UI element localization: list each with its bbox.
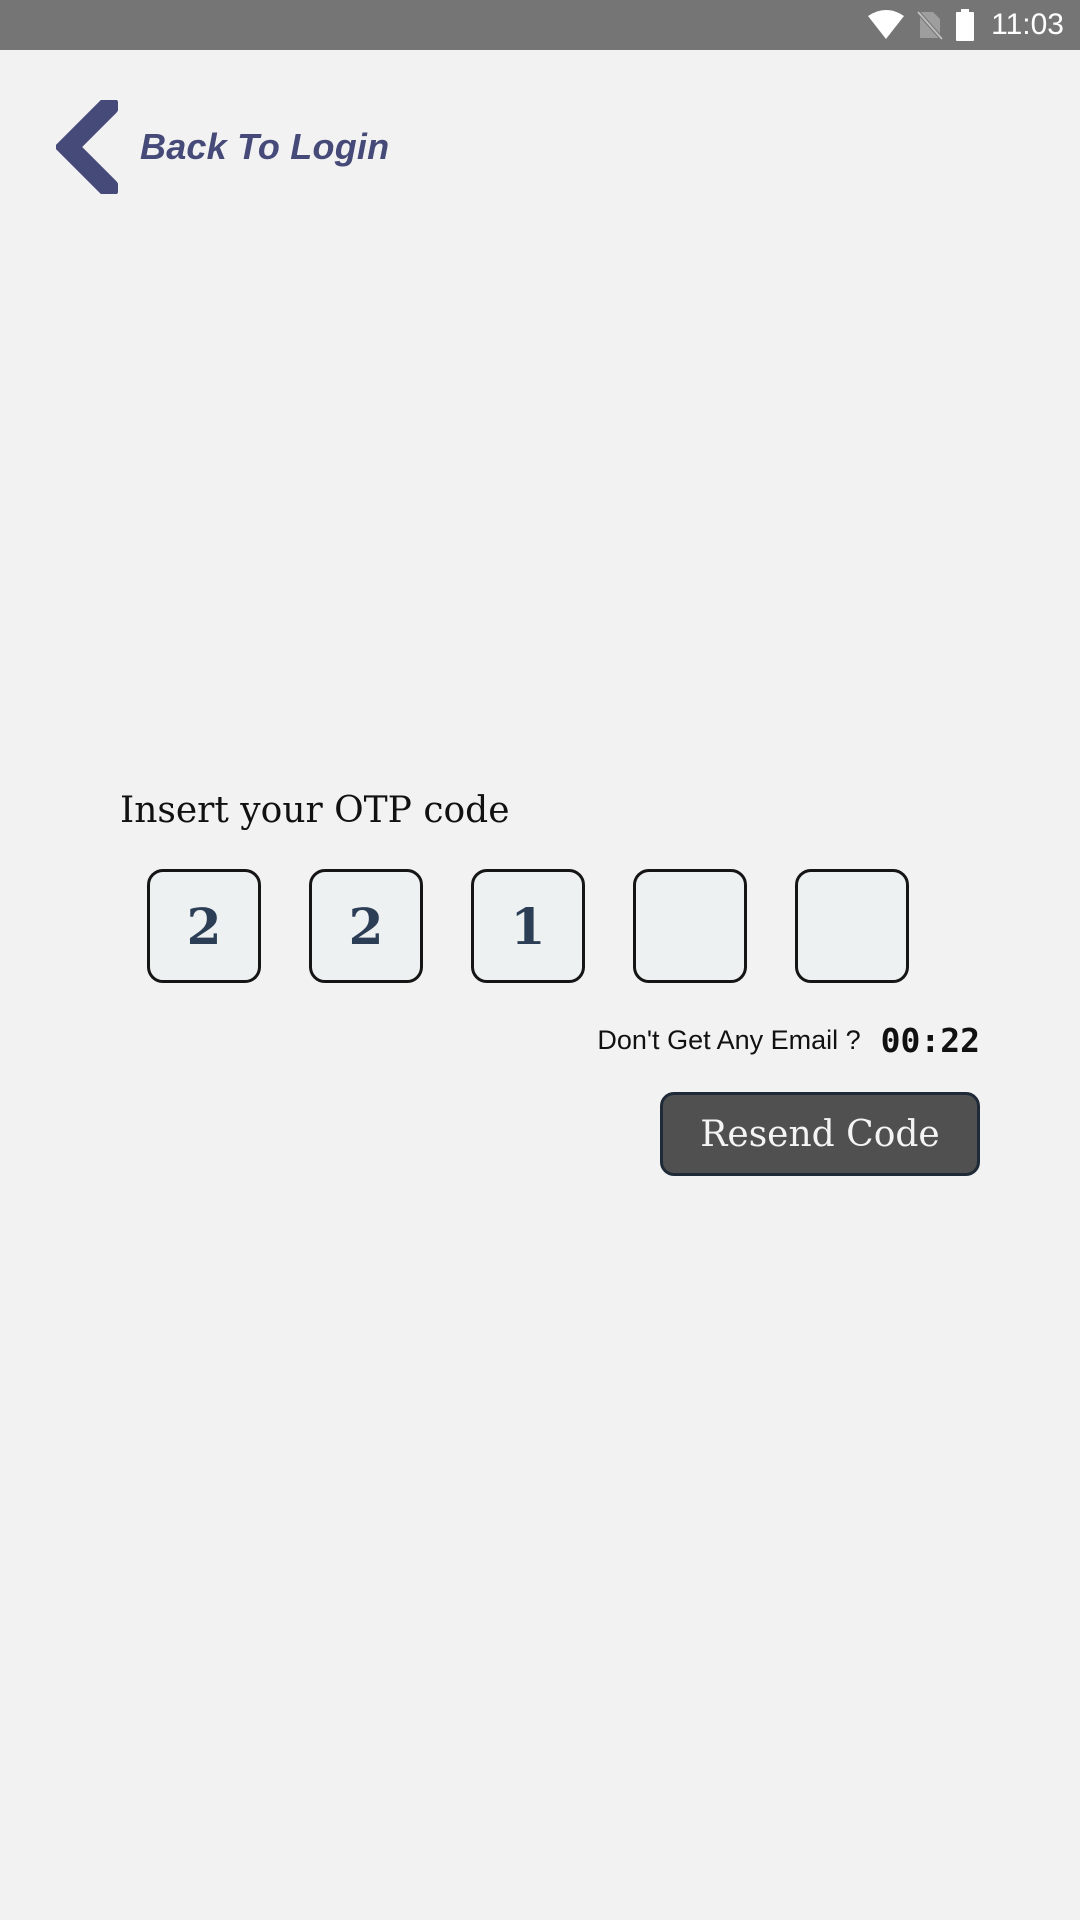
back-to-login-label[interactable]: Back To Login bbox=[140, 126, 389, 168]
otp-digit-4[interactable] bbox=[633, 869, 747, 983]
chevron-left-icon[interactable] bbox=[56, 100, 118, 194]
wifi-icon bbox=[867, 10, 905, 40]
back-to-login-button[interactable]: Back To Login bbox=[56, 100, 389, 194]
status-bar: 11:03 bbox=[0, 0, 1080, 50]
otp-digit-3[interactable]: 1 bbox=[471, 869, 585, 983]
resend-code-button[interactable]: Resend Code bbox=[660, 1092, 980, 1176]
battery-icon bbox=[955, 9, 975, 41]
status-icons: 11:03 bbox=[867, 0, 1064, 50]
otp-input-group: 2 2 1 bbox=[147, 869, 909, 983]
otp-digit-1[interactable]: 2 bbox=[147, 869, 261, 983]
resend-question: Don't Get Any Email ? bbox=[597, 1024, 861, 1055]
no-sim-icon bbox=[917, 10, 944, 40]
otp-digit-5[interactable] bbox=[795, 869, 909, 983]
otp-digit-2[interactable]: 2 bbox=[309, 869, 423, 983]
status-time: 11:03 bbox=[991, 8, 1064, 41]
otp-instruction: Insert your OTP code bbox=[120, 790, 510, 831]
resend-info: Don't Get Any Email ? 00:22 bbox=[597, 1016, 980, 1064]
countdown-timer: 00:22 bbox=[880, 1020, 980, 1060]
otp-screen: 11:03 Back To Login Insert your OTP code… bbox=[0, 0, 1080, 1920]
